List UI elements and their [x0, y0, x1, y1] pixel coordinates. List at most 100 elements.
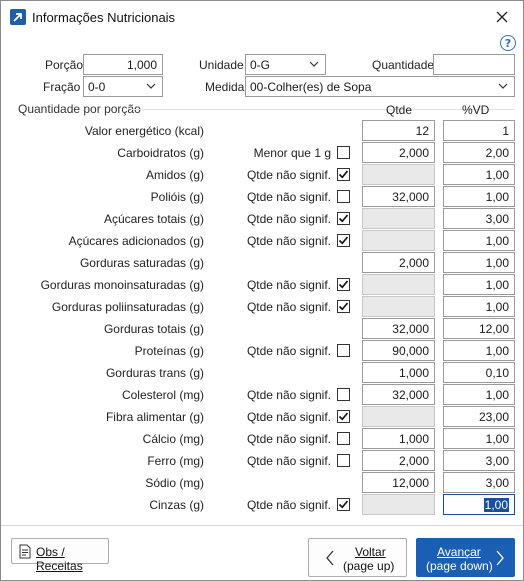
checkmark-icon — [338, 500, 349, 509]
nutrient-label: Gorduras monoinsaturadas (g) — [40, 278, 204, 292]
nutrient-label: Gorduras saturadas (g) — [79, 256, 204, 270]
checkmark-icon — [338, 236, 349, 245]
nutrient-label: Amidos (g) — [145, 168, 204, 182]
unidade-select[interactable]: 0-G — [245, 54, 326, 75]
porcao-field[interactable]: 1,000 — [83, 54, 163, 75]
close-icon — [496, 11, 508, 23]
nutrient-label: Valor energético (kcal) — [84, 124, 204, 138]
qtde-field[interactable]: 12 — [362, 120, 435, 141]
close-button[interactable] — [487, 3, 517, 31]
flag-label: Qtde não signif. — [246, 454, 331, 468]
flag-label: Qtde não signif. — [246, 344, 331, 358]
not-significant-checkbox[interactable] — [337, 300, 350, 313]
nutrient-label: Sódio (mg) — [145, 476, 204, 490]
chevron-left-icon — [326, 550, 334, 566]
avancar-label: Avançar — [437, 545, 481, 559]
qtde-field[interactable]: 12,000 — [362, 472, 435, 493]
chevron-down-icon — [146, 83, 156, 89]
qtde-field — [362, 274, 435, 295]
qtde-field — [362, 296, 435, 317]
flag-label: Qtde não signif. — [246, 300, 331, 314]
qtde-field[interactable]: 1,000 — [362, 362, 435, 383]
vd-field[interactable]: 3,00 — [443, 472, 515, 493]
qtde-field[interactable]: 2,000 — [362, 142, 435, 163]
checkmark-icon — [338, 214, 349, 223]
vd-field[interactable]: 1,00 — [443, 230, 515, 251]
chevron-right-icon — [496, 550, 504, 566]
vd-field[interactable]: 1,00 — [443, 252, 515, 273]
nutrient-label: Gorduras totais (g) — [103, 322, 204, 336]
voltar-button[interactable]: Voltar (page up) — [308, 538, 407, 577]
not-significant-checkbox[interactable] — [337, 168, 350, 181]
vd-field[interactable]: 3,00 — [443, 450, 515, 471]
not-significant-checkbox[interactable] — [337, 432, 350, 445]
vd-field[interactable]: 23,00 — [443, 406, 515, 427]
not-significant-checkbox[interactable] — [337, 388, 350, 401]
qtde-field — [362, 406, 435, 427]
nutrient-label: Açúcares adicionados (g) — [68, 234, 204, 248]
unidade-label: Unidade — [199, 58, 244, 72]
vd-field[interactable]: 1,00 — [443, 296, 515, 317]
footer-divider — [1, 525, 523, 526]
vd-field[interactable]: 3,00 — [443, 208, 515, 229]
vd-field[interactable]: 0,10 — [443, 362, 515, 383]
qtde-field[interactable]: 2,000 — [362, 252, 435, 273]
qtde-field[interactable]: 32,000 — [362, 384, 435, 405]
vd-field[interactable]: 12,00 — [443, 318, 515, 339]
app-arrow-icon — [10, 9, 26, 25]
fracao-select[interactable]: 0-0 — [83, 76, 163, 97]
vd-selected-text: 1,00 — [483, 498, 509, 512]
fracao-label: Fração — [43, 80, 81, 94]
not-significant-checkbox[interactable] — [337, 498, 350, 511]
vd-field[interactable]: 1,00 — [443, 274, 515, 295]
vd-field[interactable]: 1,00 — [443, 384, 515, 405]
qtde-field[interactable]: 1,000 — [362, 428, 435, 449]
porcao-label: Porção — [45, 58, 84, 72]
not-significant-checkbox[interactable] — [337, 454, 350, 467]
vd-column-header: %VD — [462, 103, 490, 117]
not-significant-checkbox[interactable] — [337, 410, 350, 423]
qtde-field — [362, 164, 435, 185]
help-icon[interactable]: ? — [500, 35, 516, 51]
nutrient-label: Carboidratos (g) — [117, 146, 204, 160]
checkmark-icon — [338, 280, 349, 289]
nutrient-label: Cálcio (mg) — [142, 432, 204, 446]
group-divider — [131, 109, 515, 110]
quantidade-field[interactable] — [433, 54, 515, 75]
not-significant-checkbox[interactable] — [337, 212, 350, 225]
not-significant-checkbox[interactable] — [337, 344, 350, 357]
vd-field[interactable]: 1,00 — [443, 186, 515, 207]
not-significant-checkbox[interactable] — [337, 234, 350, 247]
chevron-down-icon — [309, 61, 319, 67]
unidade-value: 0-G — [250, 58, 271, 72]
vd-field[interactable]: 1,00 — [443, 428, 515, 449]
title-bar: Informações Nutricionais — [1, 1, 523, 33]
flag-label: Qtde não signif. — [246, 388, 331, 402]
fracao-value: 0-0 — [88, 80, 106, 94]
obs-receitas-button[interactable]: Obs / Receitas — [11, 538, 109, 573]
checkmark-icon — [338, 412, 349, 421]
vd-field[interactable]: 1 — [443, 120, 515, 141]
vd-field[interactable]: 1,00 — [443, 340, 515, 361]
avancar-button[interactable]: Avançar (page down) — [416, 538, 515, 577]
vd-field[interactable]: 1,00 — [443, 164, 515, 185]
qtde-field[interactable]: 2,000 — [362, 450, 435, 471]
vd-field[interactable]: 2,00 — [443, 142, 515, 163]
qtde-field[interactable]: 32,000 — [362, 186, 435, 207]
medida-label: Medida — [205, 80, 245, 94]
not-significant-checkbox[interactable] — [337, 190, 350, 203]
avancar-hint: (page down) — [426, 559, 493, 573]
medida-select[interactable]: 00-Colher(es) de Sopa — [245, 76, 515, 97]
vd-field[interactable]: 1,00 — [443, 494, 515, 515]
qtde-field[interactable]: 32,000 — [362, 318, 435, 339]
not-significant-checkbox[interactable] — [337, 146, 350, 159]
voltar-label: Voltar — [355, 545, 386, 559]
chevron-down-icon — [498, 83, 508, 89]
flag-label: Qtde não signif. — [246, 410, 331, 424]
qtde-field — [362, 208, 435, 229]
not-significant-checkbox[interactable] — [337, 278, 350, 291]
flag-label: Qtde não signif. — [246, 278, 331, 292]
qtde-field[interactable]: 90,000 — [362, 340, 435, 361]
nutrient-label: Ferro (mg) — [147, 454, 204, 468]
quantidade-label: Quantidade — [372, 58, 435, 72]
